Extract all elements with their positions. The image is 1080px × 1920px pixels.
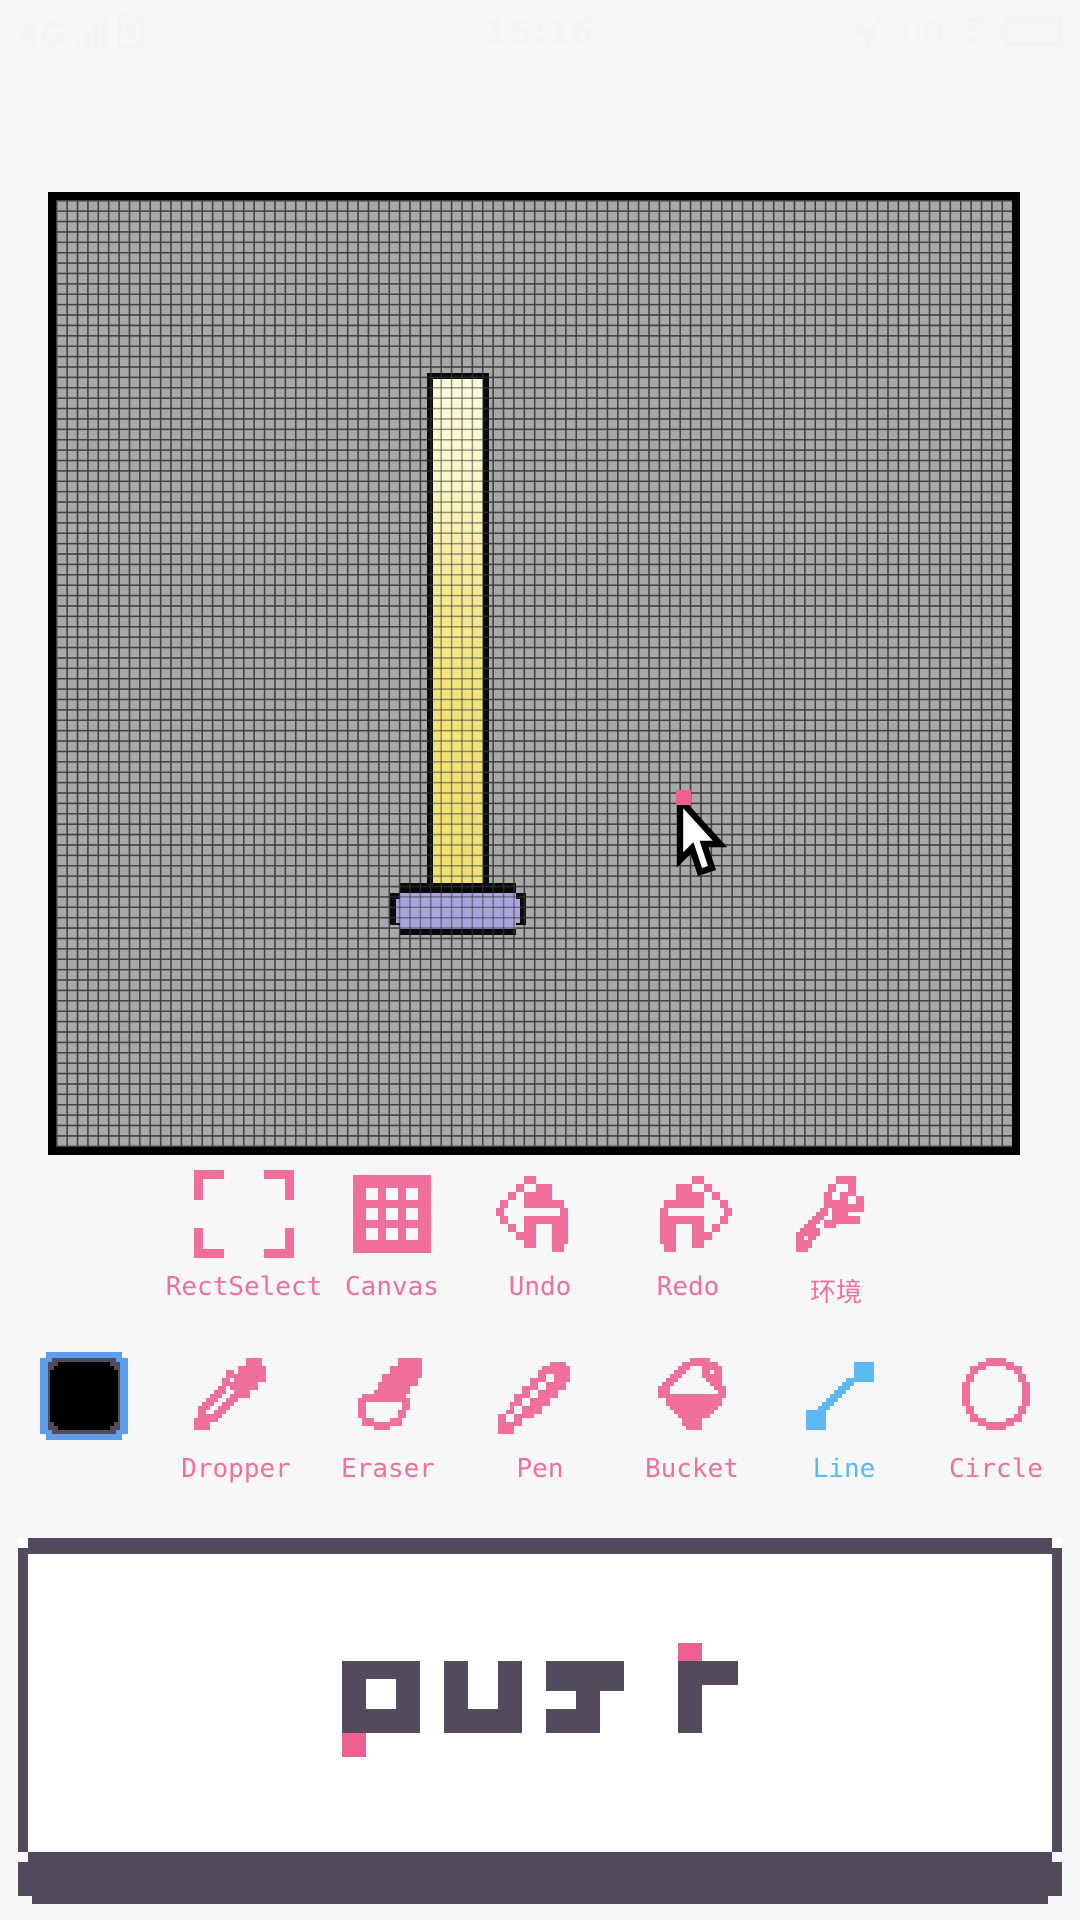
artwork-pole-fill xyxy=(433,379,483,898)
pixel-art-canvas[interactable] xyxy=(48,192,1020,1155)
tool-label: Bucket xyxy=(645,1454,739,1484)
eraser-icon xyxy=(342,1350,434,1442)
mute-speaker-icon xyxy=(858,14,888,48)
hd-label: HD xyxy=(901,14,944,48)
wrench-icon xyxy=(788,1168,884,1260)
wifi-icon xyxy=(957,18,991,46)
status-bar: 4G S 15:16 HD xyxy=(0,0,1080,62)
redo-arrow-icon xyxy=(636,1168,740,1260)
canvas-grid-surface[interactable] xyxy=(56,200,1012,1147)
eyedropper-icon xyxy=(190,1350,282,1442)
tool-label: 环境 xyxy=(809,1278,862,1308)
tool-redo[interactable]: Redo xyxy=(614,1168,762,1309)
tool-canvas[interactable]: Canvas xyxy=(318,1168,466,1309)
battery-full-icon xyxy=(1000,16,1062,46)
rect-select-icon xyxy=(194,1168,294,1260)
cursor-marker-pixel xyxy=(676,790,691,805)
status-bar-right: HD xyxy=(858,15,1062,48)
logo-panel[interactable] xyxy=(18,1538,1062,1868)
tool-label: Eraser xyxy=(341,1454,435,1484)
tool-label: RectSelect xyxy=(165,1272,323,1302)
tool-label: Canvas xyxy=(345,1272,439,1302)
tool-environment[interactable]: 环境 xyxy=(762,1168,910,1309)
tool-pen[interactable]: Pen xyxy=(464,1350,616,1484)
tool-circle[interactable]: Circle xyxy=(920,1350,1072,1484)
tool-label: Circle xyxy=(949,1454,1043,1484)
canvas-grid-icon xyxy=(353,1168,431,1260)
undo-arrow-icon xyxy=(488,1168,592,1260)
line-tool-icon xyxy=(798,1350,890,1442)
panel-footer-bar xyxy=(18,1852,1062,1904)
tool-label: Dropper xyxy=(181,1454,291,1484)
toolbar-primary: RectSelect Canvas Undo Redo 环境 xyxy=(0,1168,1080,1309)
push-logo xyxy=(18,1538,1062,1868)
active-color-swatch[interactable] xyxy=(8,1350,160,1484)
toolbar-secondary: Dropper Eraser Pen Bucket Line Circle xyxy=(0,1350,1080,1484)
tool-label: Line xyxy=(812,1454,876,1484)
tool-label: Pen xyxy=(516,1454,564,1484)
circle-tool-icon xyxy=(950,1350,1042,1442)
tool-rect-select[interactable]: RectSelect xyxy=(166,1168,322,1309)
color-swatch-icon xyxy=(36,1348,132,1444)
artwork-base-fill-wide xyxy=(396,899,520,923)
arrow-cursor xyxy=(676,790,732,876)
tool-line[interactable]: Line xyxy=(768,1350,920,1484)
tool-label: Undo xyxy=(508,1272,572,1302)
tool-dropper[interactable]: Dropper xyxy=(160,1350,312,1484)
pencil-icon xyxy=(494,1350,586,1442)
tool-bucket[interactable]: Bucket xyxy=(616,1350,768,1484)
tool-eraser[interactable]: Eraser xyxy=(312,1350,464,1484)
tool-undo[interactable]: Undo xyxy=(466,1168,614,1309)
grid-overlay xyxy=(56,200,1012,1147)
tool-label: Redo xyxy=(656,1272,720,1302)
paint-bucket-icon xyxy=(646,1350,738,1442)
